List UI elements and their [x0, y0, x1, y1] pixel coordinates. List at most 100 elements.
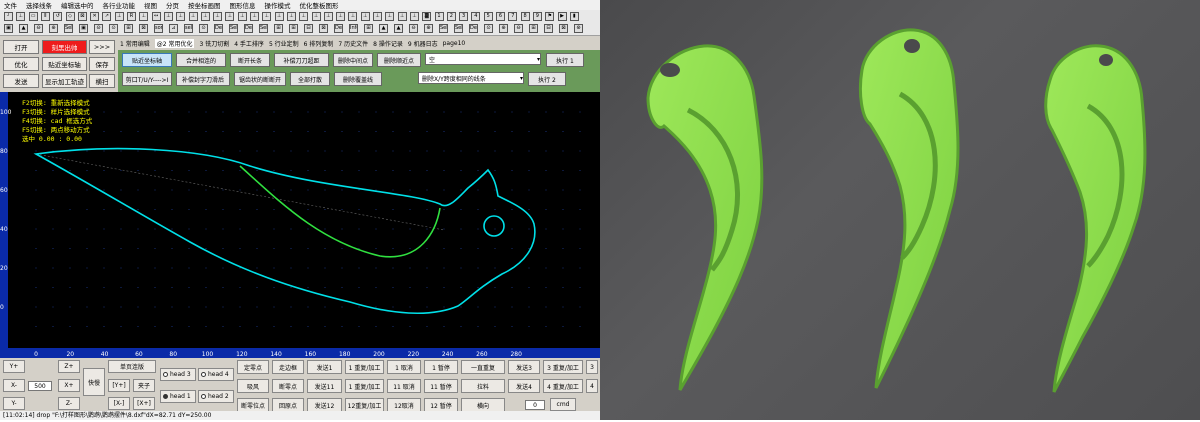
toolbar-tool-r1-39-icon[interactable]: 4 — [471, 12, 481, 21]
toolbar-tool-r2-5-icon[interactable]: Sel — [64, 24, 73, 33]
clamp-button[interactable]: 夹子 — [133, 379, 155, 392]
machine-button-col8-2[interactable]: 12重复/加工 — [345, 398, 384, 412]
menu-mode[interactable]: 操作模式 — [265, 0, 291, 10]
toolbar-tool-r2-7-icon[interactable]: ⊝ — [94, 24, 103, 33]
toolbar-tool-r2-1-icon[interactable]: ▣ — [4, 24, 13, 33]
menu-coord-draw[interactable]: 按坐标画图 — [188, 0, 221, 10]
toolbar-tool-r1-6-icon[interactable]: ◇ — [65, 12, 75, 21]
toolbar-tool-r1-12-icon[interactable]: ⊥ — [139, 12, 149, 21]
toolbar-tool-r1-20-icon[interactable]: ⊥ — [237, 12, 247, 21]
explode-all-button[interactable]: 全部打散 — [290, 72, 330, 86]
command-value-input[interactable]: 0 — [525, 400, 545, 410]
open-button[interactable]: 打开 — [3, 40, 39, 54]
toolbar-tool-r2-12-icon[interactable]: ⊿ — [169, 24, 178, 33]
head1-radio[interactable]: head 1 — [160, 390, 196, 403]
machine-button-col5-2[interactable]: 断零位点 — [237, 398, 269, 412]
toolbar-tool-r2-15-icon[interactable]: Del — [214, 24, 223, 33]
snap-axis-opt-button[interactable]: 贴近坐标轴 — [122, 53, 172, 67]
menu-file[interactable]: 文件 — [4, 0, 17, 10]
x-plus-bracket-button[interactable]: [X+] — [133, 397, 155, 410]
toolbar-tool-r2-9-icon[interactable]: ⊞ — [124, 24, 133, 33]
tab-industry[interactable]: 5 行业定制 — [269, 39, 299, 48]
toolbar-tool-r1-7-icon[interactable]: ⊠ — [77, 12, 87, 21]
toolbar-tool-r1-25-icon[interactable]: ⊥ — [299, 12, 309, 21]
toolbar-tool-r1-42-icon[interactable]: 7 — [508, 12, 518, 21]
toolbar-tool-r1-16-icon[interactable]: ⊥ — [188, 12, 198, 21]
toolbar-tool-r2-14-icon[interactable]: ⊙ — [199, 24, 208, 33]
toolbar-tool-r2-29-icon[interactable]: ⊕ — [424, 24, 433, 33]
machine-button-col10-0[interactable]: 1 暂停 — [424, 360, 458, 374]
tab-common-edit[interactable]: 1 常用编辑 — [120, 39, 150, 48]
toolbar-tool-r1-43-icon[interactable]: 8 — [520, 12, 530, 21]
toolbar-tool-r2-36-icon[interactable]: ⊞ — [529, 24, 538, 33]
fast-slow-button[interactable]: 快慢 — [83, 368, 105, 396]
step-input[interactable]: 500 — [28, 381, 52, 391]
machine-button-col14-0[interactable]: 3 — [586, 360, 598, 374]
machine-button-col12-0[interactable]: 发送3 — [508, 360, 540, 374]
machine-button-col5-1[interactable]: 吸风 — [237, 379, 269, 393]
y-plus-bracket-button[interactable]: [Y+] — [108, 379, 130, 392]
tab-machine-log[interactable]: 9 机器日志 — [408, 39, 438, 48]
toolbar-tool-r2-6-icon[interactable]: ▣ — [79, 24, 88, 33]
operation-select-2[interactable]: 删除X/Y跨度相同的线条 ▾ — [418, 72, 524, 84]
head2-radio[interactable]: head 2 — [198, 390, 234, 403]
toolbar-tool-r1-13-icon[interactable]: ↔ — [151, 12, 161, 21]
toolbar-tool-r2-11-icon[interactable]: sort — [154, 24, 163, 33]
show-path-button[interactable]: 显示加工轨迹 — [42, 74, 87, 88]
menu-edit-selected[interactable]: 编辑选中的 — [61, 0, 94, 10]
toolbar-tool-r1-4-icon[interactable]: Ⅱ — [40, 12, 50, 21]
toolbar-tool-r2-33-icon[interactable]: ⊙ — [484, 24, 493, 33]
toolbar-tool-r2-28-icon[interactable]: ⊖ — [409, 24, 418, 33]
x-minus-button[interactable]: X- — [3, 379, 25, 392]
toolbar-tool-r1-2-icon[interactable]: ⊥ — [16, 12, 26, 21]
toolbar-tool-r1-17-icon[interactable]: ⊥ — [200, 12, 210, 21]
machine-button-col9-2[interactable]: 12取消 — [387, 398, 421, 412]
toolbar-tool-r1-23-icon[interactable]: ⊥ — [274, 12, 284, 21]
machine-button-col7-1[interactable]: 发送11 — [307, 379, 342, 393]
delete-mid-point-button[interactable]: 删除中间点 — [333, 53, 373, 67]
machine-button-col10-2[interactable]: 12 暂停 — [424, 398, 458, 412]
toolbar-tool-r2-22-icon[interactable]: ⊠ — [319, 24, 328, 33]
toolbar-tool-r1-35-icon[interactable]: ▓ — [422, 12, 432, 21]
break-strip-button[interactable]: 断开长条 — [230, 53, 270, 67]
delete-overlap-button[interactable]: 删除覆盖线 — [334, 72, 382, 86]
toolbar-tool-r2-18-icon[interactable]: Sel — [259, 24, 268, 33]
head3-radio[interactable]: head 3 — [160, 368, 196, 381]
toolbar-tool-r1-22-icon[interactable]: ⊥ — [262, 12, 272, 21]
machine-button-col11-0[interactable]: 一直重复 — [461, 360, 505, 374]
machine-button-col10-1[interactable]: 11 暂停 — [424, 379, 458, 393]
toolbar-tool-r2-4-icon[interactable]: ⊕ — [49, 24, 58, 33]
machine-button-col11-1[interactable]: 拉料 — [461, 379, 505, 393]
menu-select-lines[interactable]: 选择线条 — [26, 0, 52, 10]
machine-button-col6-2[interactable]: 回原点 — [272, 398, 304, 412]
machine-button-col13-0[interactable]: 3 重复/加工 — [543, 360, 583, 374]
machine-button-col11-2[interactable]: 横向 — [461, 398, 505, 412]
machine-button-col12-1[interactable]: 发送4 — [508, 379, 540, 393]
toolbar-tool-r1-8-icon[interactable]: ✕ — [90, 12, 100, 21]
toolbar-tool-r1-26-icon[interactable]: ⊥ — [311, 12, 321, 21]
delete-near-point-button[interactable]: 删除顺近点 — [377, 53, 421, 67]
z-minus-button[interactable]: Z- — [58, 397, 80, 410]
toolbar-tool-r1-47-icon[interactable]: ▮ — [569, 12, 579, 21]
toolbar-tool-r1-15-icon[interactable]: ⊥ — [176, 12, 186, 21]
toolbar-tool-r1-33-icon[interactable]: ⊥ — [397, 12, 407, 21]
toolbar-tool-r2-39-icon[interactable]: ⊛ — [574, 24, 583, 33]
tab-common-optimize[interactable]: @2 常用优化 — [154, 39, 195, 48]
toolbar-tool-r1-3-icon[interactable]: ▭ — [28, 12, 38, 21]
toolbar-tool-r2-27-icon[interactable]: ▲ — [394, 24, 403, 33]
toolbar-tool-r2-17-icon[interactable]: Del — [244, 24, 253, 33]
machine-button-col6-0[interactable]: 走边框 — [272, 360, 304, 374]
menu-optimize[interactable]: 优化整板图形 — [300, 0, 339, 10]
compensate-seal-button[interactable]: 补偿封字刀滑后 — [176, 72, 230, 86]
machine-button-col8-1[interactable]: 1 重复/加工 — [345, 379, 384, 393]
head4-radio[interactable]: head 4 — [198, 368, 234, 381]
single-page-button[interactable]: 单页连版 — [108, 360, 156, 373]
save-button[interactable]: 保存 — [89, 57, 115, 71]
machine-button-col5-0[interactable]: 定零点 — [237, 360, 269, 374]
tab-page10[interactable]: page10 — [443, 40, 466, 47]
menu-industry[interactable]: 各行业功能 — [103, 0, 136, 10]
toolbar-tool-r1-46-icon[interactable]: ▶ — [557, 12, 567, 21]
toolbar-tool-r1-1-icon[interactable]: ┘ — [4, 12, 13, 21]
drawing-canvas[interactable]: 100 80 60 40 20 0 0 20 40 60 80 100 120 140 160 180 200… — [0, 92, 600, 358]
toolbar-tool-r1-18-icon[interactable]: ⊥ — [213, 12, 223, 21]
